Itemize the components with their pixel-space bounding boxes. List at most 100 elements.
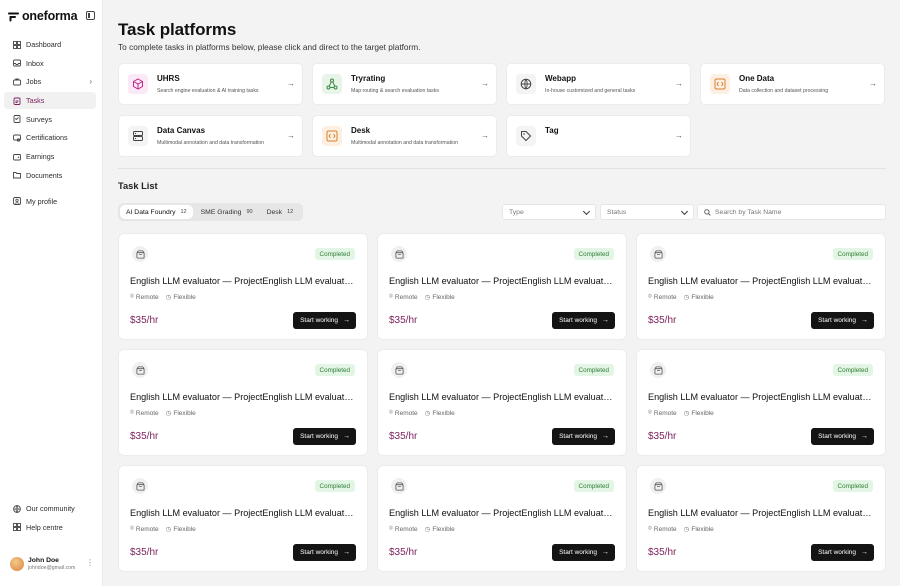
box-icon [132, 362, 148, 378]
start-working-button[interactable]: Start working → [552, 544, 615, 561]
user-name: John Doe [28, 557, 59, 564]
sidebar-item-help-centre[interactable]: Help centre [4, 519, 96, 536]
schedule-label: Flexible [432, 525, 455, 533]
start-working-button[interactable]: Start working → [811, 428, 874, 445]
platform-card-uhrs[interactable]: UHRS Search engine evaluation & AI train… [118, 63, 303, 105]
sidebar-item-earnings[interactable]: Earnings [4, 148, 96, 165]
location-label: Remote [135, 293, 159, 301]
task-location: ⌾ Remote [648, 293, 677, 301]
sidebar-item-inbox[interactable]: Inbox [4, 55, 96, 72]
sidebar-item-dashboard[interactable]: Dashboard [4, 36, 96, 53]
platform-card-tag[interactable]: Tag → [506, 115, 691, 157]
status-badge: Completed [832, 248, 873, 260]
task-location: ⌾ Remote [130, 525, 159, 533]
task-schedule: ◷ Flexible [425, 293, 455, 302]
sidebar-item-surveys[interactable]: Surveys [4, 111, 96, 128]
task-tabs: AI Data Foundry 12 SME Grading 90 Desk 1… [118, 203, 304, 221]
platform-card-one-data[interactable]: One Data Data collection and dataset pro… [700, 63, 885, 105]
task-schedule: ◷ Flexible [425, 409, 455, 418]
start-working-button[interactable]: Start working → [293, 428, 356, 445]
start-working-label: Start working [300, 433, 338, 440]
task-rate: $35/hr [389, 315, 418, 326]
platform-name: Tag [545, 126, 559, 135]
schedule-label: Flexible [691, 293, 714, 301]
sidebar-item-our-community[interactable]: Our community [4, 500, 96, 517]
sidebar-item-jobs[interactable]: Jobs › [4, 73, 96, 90]
task-card[interactable]: Completed English LLM evaluator — Projec… [636, 349, 886, 456]
status-badge: Completed [573, 248, 614, 260]
tab-sme-grading[interactable]: SME Grading 90 [195, 205, 259, 219]
start-working-button[interactable]: Start working → [552, 312, 615, 329]
task-rate: $35/hr [389, 431, 418, 442]
task-card[interactable]: Completed English LLM evaluator — Projec… [377, 465, 627, 572]
location-label: Remote [653, 409, 677, 417]
start-working-button[interactable]: Start working → [293, 544, 356, 561]
task-card[interactable]: Completed English LLM evaluator — Projec… [636, 233, 886, 340]
sidebar-item-certifications[interactable]: Certifications [4, 129, 96, 146]
location-label: Remote [653, 525, 677, 533]
sidebar-item-tasks[interactable]: Tasks [4, 92, 96, 110]
arrow-right-icon: → [481, 79, 489, 88]
platform-card-data-canvas[interactable]: Data Canvas Multimodal annotation and da… [118, 115, 303, 157]
task-card[interactable]: Completed English LLM evaluator — Projec… [118, 465, 368, 572]
globe-icon [516, 74, 536, 94]
start-working-button[interactable]: Start working → [552, 428, 615, 445]
tab-count: 12 [180, 209, 187, 215]
schedule-label: Flexible [691, 525, 714, 533]
brand-logo[interactable]: oneforma [8, 9, 78, 23]
arrow-right-icon: → [861, 317, 868, 324]
platform-card-desk[interactable]: Desk Multimodal annotation and data tran… [312, 115, 497, 157]
platform-card-webapp[interactable]: Webapp In-house customized and general t… [506, 63, 691, 105]
task-card[interactable]: Completed English LLM evaluator — Projec… [377, 233, 627, 340]
task-card[interactable]: Completed English LLM evaluator — Projec… [377, 349, 627, 456]
location-pin-icon: ⌾ [648, 293, 652, 300]
status-select-placeholder: Status [607, 208, 627, 216]
platform-description: Multimodal annotation and data transform… [351, 140, 458, 146]
platform-description: Data collection and dataset processing [739, 88, 829, 94]
platform-description: Multimodal annotation and data transform… [157, 140, 264, 146]
location-pin-icon: ⌾ [130, 293, 134, 300]
start-working-button[interactable]: Start working → [811, 544, 874, 561]
task-rate: $35/hr [648, 315, 677, 326]
start-working-button[interactable]: Start working → [811, 312, 874, 329]
clock-icon: ◷ [683, 294, 690, 301]
task-card[interactable]: Completed English LLM evaluator — Projec… [118, 349, 368, 456]
sidebar-item-my-profile[interactable]: My profile [4, 193, 96, 210]
schedule-label: Flexible [173, 293, 196, 301]
start-working-label: Start working [559, 317, 597, 324]
tab-desk[interactable]: Desk 12 [261, 205, 300, 219]
start-working-button[interactable]: Start working → [293, 312, 356, 329]
start-working-label: Start working [559, 549, 597, 556]
task-schedule: ◷ Flexible [166, 525, 196, 534]
task-meta: ⌾ Remote ◷ Flexible [648, 293, 721, 301]
status-badge: Completed [573, 364, 614, 376]
tab-ai-data-foundry[interactable]: AI Data Foundry 12 [120, 205, 193, 219]
box-icon [650, 362, 666, 378]
task-card[interactable]: Completed English LLM evaluator — Projec… [118, 233, 368, 340]
task-location: ⌾ Remote [648, 525, 677, 533]
search-input[interactable] [715, 208, 875, 216]
status-select[interactable]: Status [600, 204, 694, 220]
location-label: Remote [394, 525, 418, 533]
clock-icon: ◷ [165, 410, 172, 417]
status-badge: Completed [832, 364, 873, 376]
more-vertical-icon[interactable]: ⋮ [86, 558, 94, 567]
arrow-right-icon: → [602, 433, 609, 440]
cube-icon [128, 74, 148, 94]
avatar [10, 557, 24, 571]
task-card[interactable]: Completed English LLM evaluator — Projec… [636, 465, 886, 572]
type-select[interactable]: Type [502, 204, 596, 220]
sidebar-item-label: Inbox [26, 58, 44, 68]
sidebar-item-documents[interactable]: Documents [4, 167, 96, 184]
platform-card-tryrating[interactable]: Tryrating Map routing & search evaluatio… [312, 63, 497, 105]
box-icon [650, 246, 666, 262]
inbox-icon [12, 59, 21, 68]
profile-icon [12, 197, 21, 206]
user-profile[interactable]: John Doe johndoe@gmail.com ⋮ [10, 553, 98, 575]
arrow-right-icon: → [602, 317, 609, 324]
collapse-sidebar-icon[interactable] [86, 11, 95, 20]
platform-description: Map routing & search evaluation tasks [351, 88, 439, 94]
task-title: English LLM evaluator — ProjectEnglish L… [389, 392, 617, 402]
arrow-right-icon: → [675, 79, 683, 88]
sidebar-bottom-nav: Our community Help centre [4, 500, 96, 537]
